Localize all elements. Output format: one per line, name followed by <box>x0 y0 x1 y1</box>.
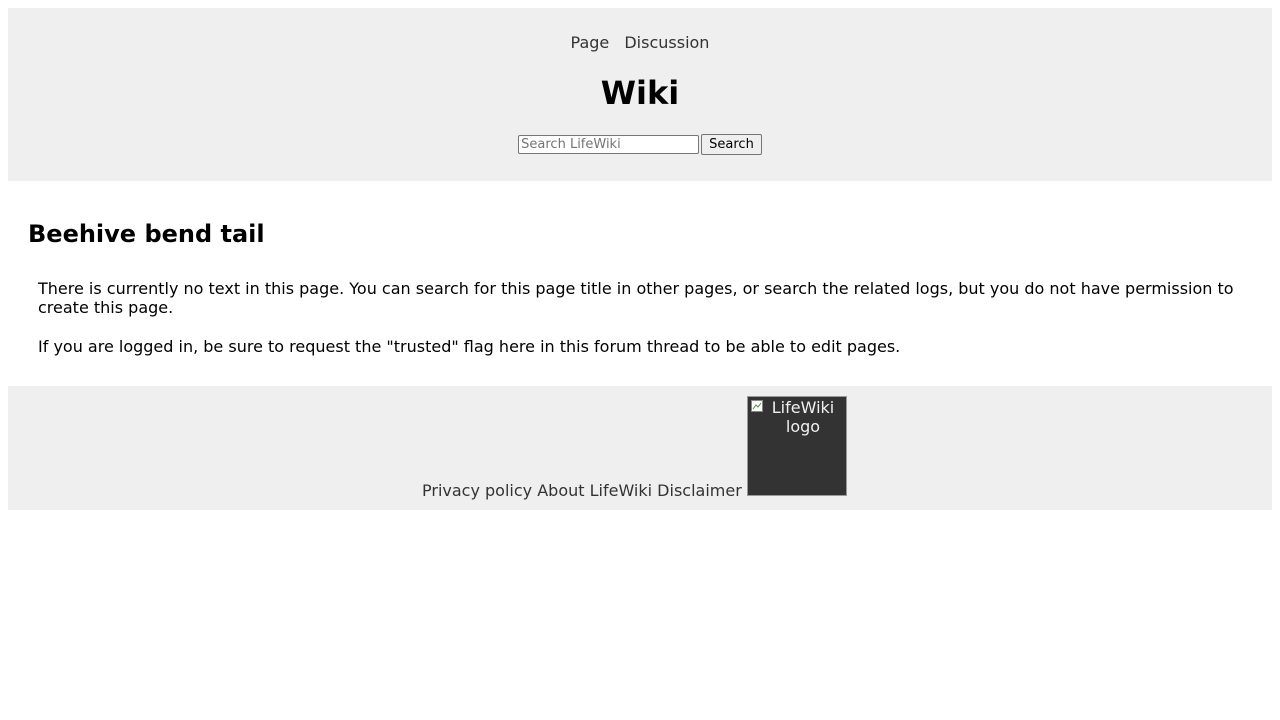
search-form: Search <box>8 134 1272 155</box>
site-header: Page Discussion Wiki Search <box>8 8 1272 181</box>
footer-link-privacy-policy[interactable]: Privacy policy <box>422 481 532 500</box>
broken-image-icon <box>751 400 763 412</box>
page-tabs: Page Discussion <box>8 34 1272 52</box>
site-footer: Privacy policy About LifeWiki Disclaimer… <box>8 386 1272 510</box>
tab-discussion[interactable]: Discussion <box>624 33 709 52</box>
no-text-notice: There is currently no text in this page.… <box>38 279 1234 317</box>
footer-links: Privacy policy About LifeWiki Disclaimer <box>422 481 742 500</box>
tab-page[interactable]: Page <box>571 33 610 52</box>
lifewiki-logo[interactable]: LifeWiki logo <box>747 396 847 496</box>
page-title: Beehive bend tail <box>28 220 265 248</box>
search-button[interactable]: Search <box>701 134 762 155</box>
footer-link-about[interactable]: About LifeWiki <box>537 481 652 500</box>
trusted-flag-notice: If you are logged in, be sure to request… <box>38 337 901 356</box>
footer-link-disclaimer[interactable]: Disclaimer <box>657 481 742 500</box>
search-input[interactable] <box>518 135 700 154</box>
page-content: There is currently no text in this page.… <box>38 279 1248 376</box>
site-title: Wiki <box>600 74 680 112</box>
